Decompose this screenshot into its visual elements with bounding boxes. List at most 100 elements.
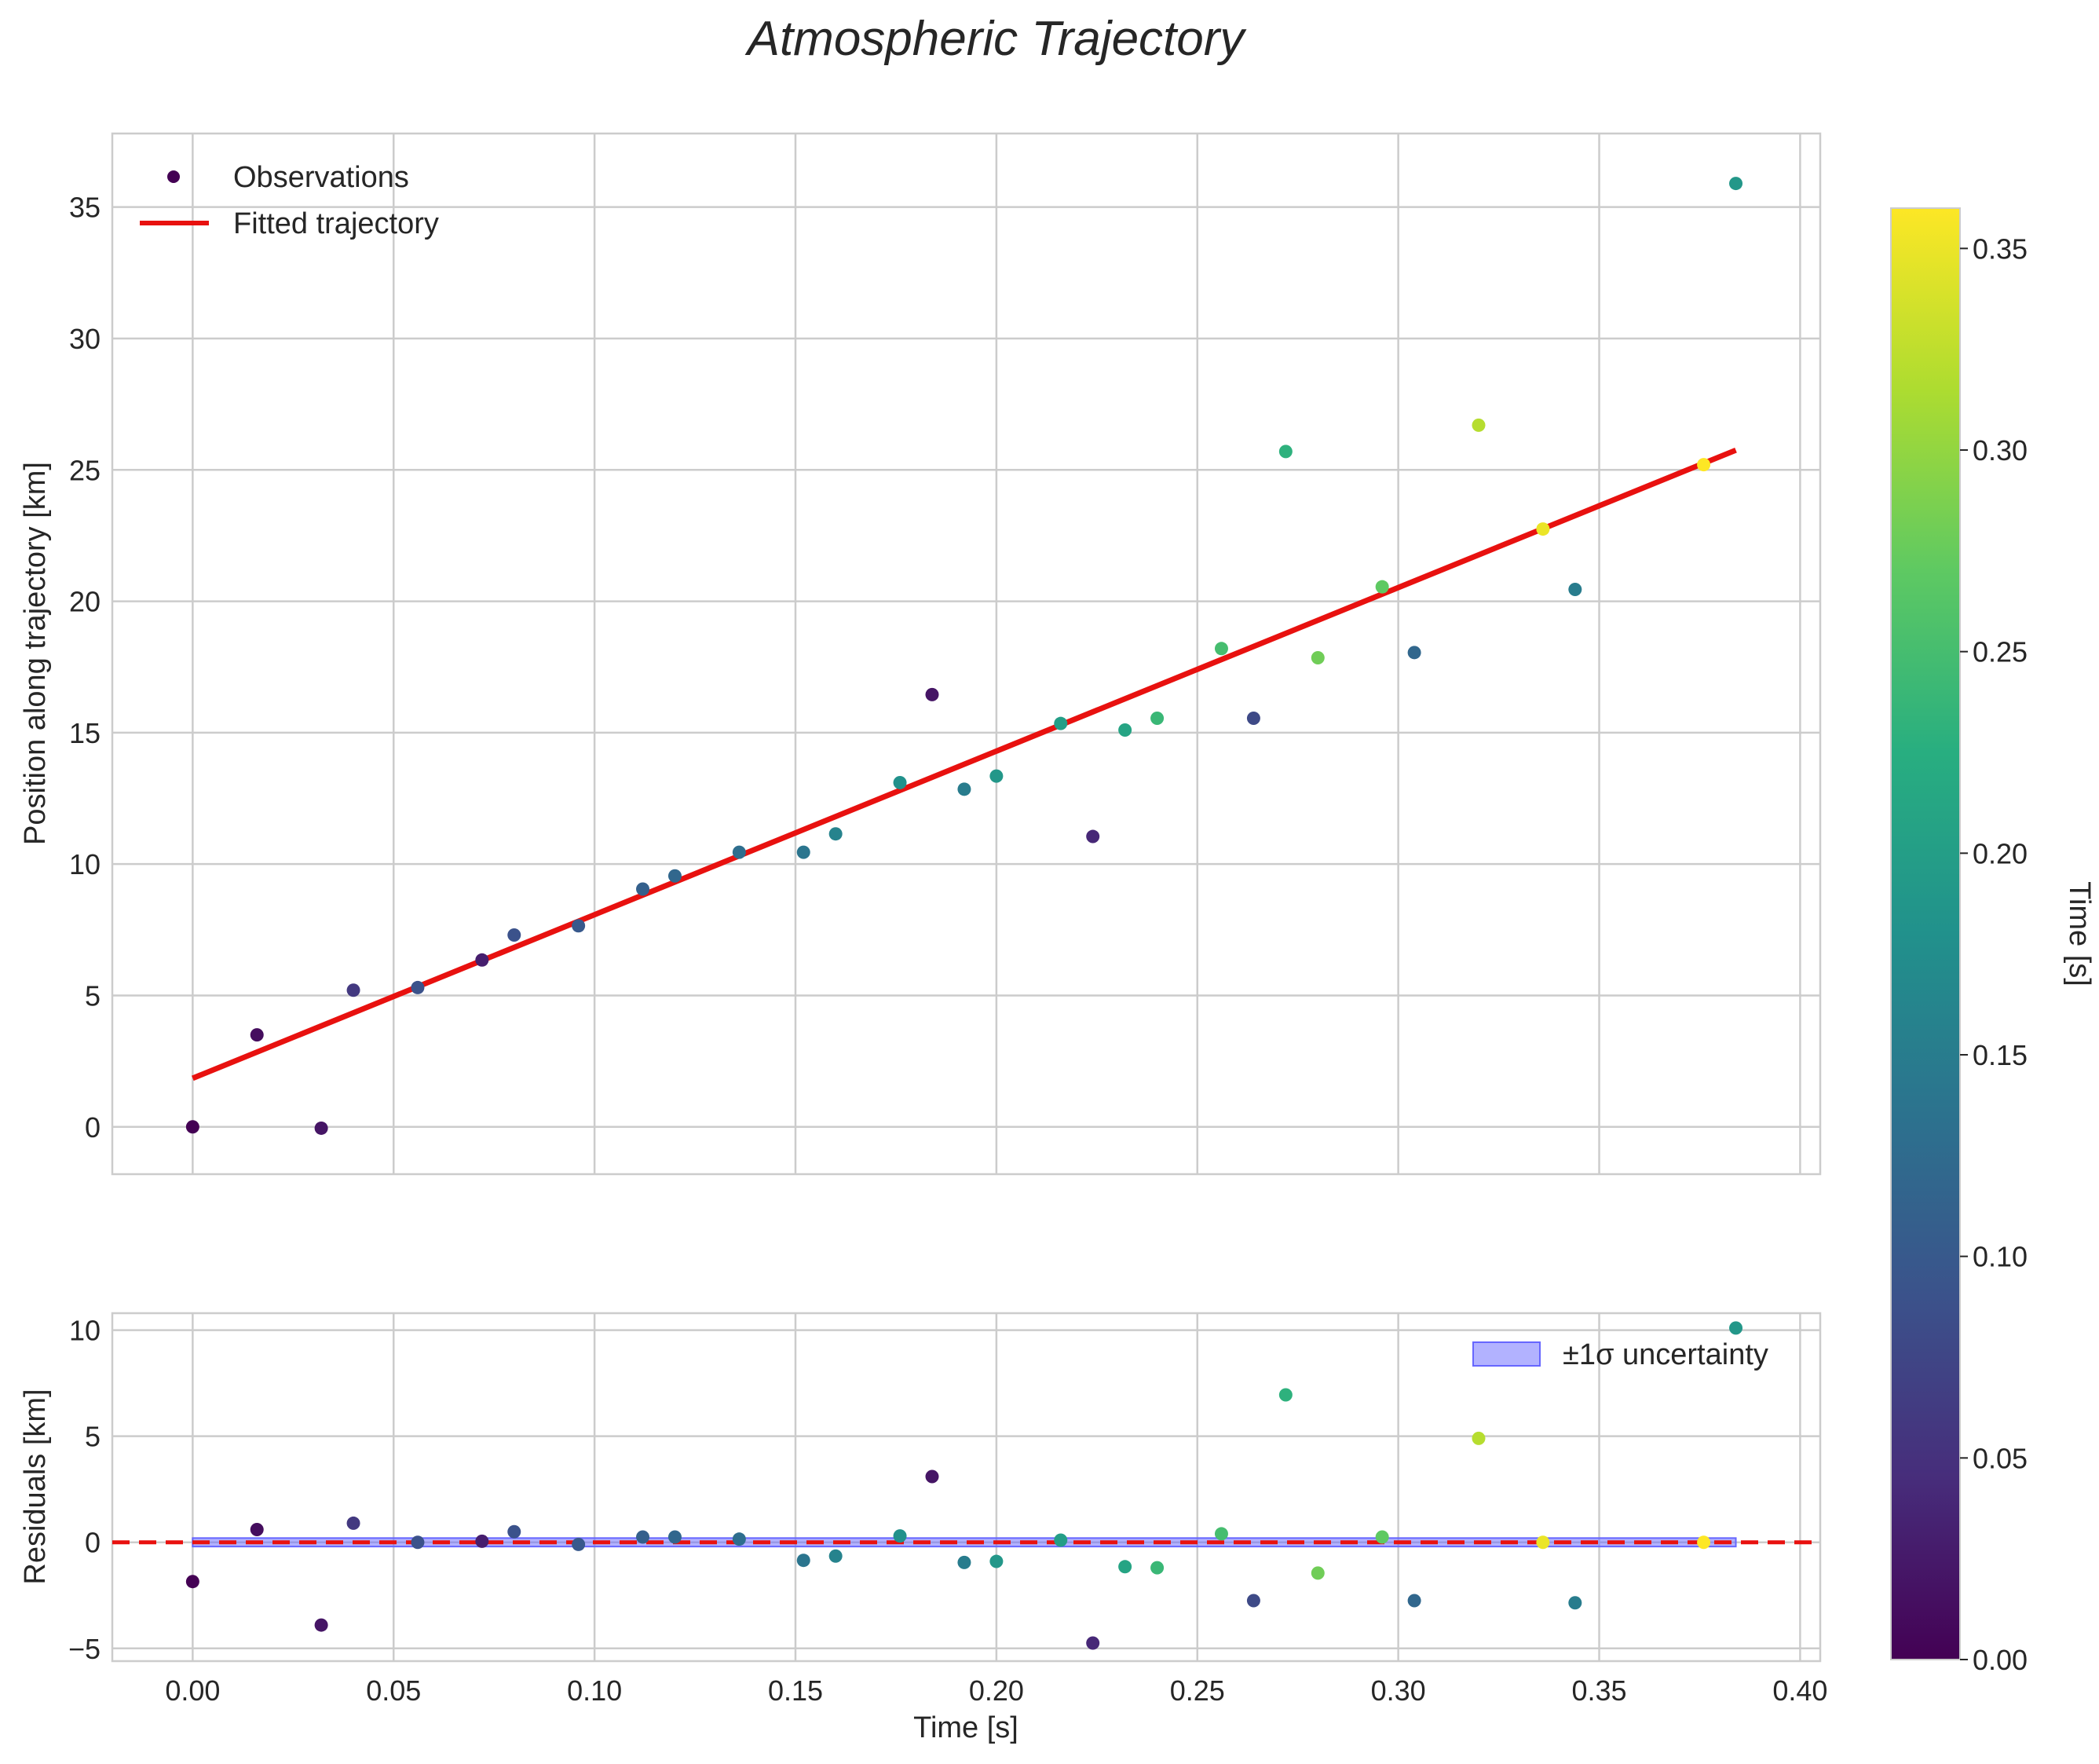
observation-point: [1246, 711, 1260, 725]
residual-point: [1729, 1321, 1743, 1335]
observation-point: [1278, 445, 1293, 459]
colorbar-tick-label: 0.20: [1973, 837, 2028, 869]
colorbar-tick-label: 0.15: [1973, 1039, 2028, 1071]
colorbar-tick-label: 0.25: [1973, 636, 2028, 668]
residual-legend: ±1σ uncertainty: [1472, 1338, 1768, 1371]
x-tick-label: 0.40: [1772, 1674, 1827, 1707]
observation-point: [475, 953, 489, 967]
residual-point: [1246, 1594, 1260, 1608]
colorbar: 0.00 0.05 0.10 0.15 0.20 0.25 0.30 0.35 Time [s…: [1890, 207, 2096, 1676]
colorbar-tick-label: 0.00: [1973, 1644, 2028, 1676]
x-tick-label: 0.10: [567, 1674, 622, 1707]
observation-point: [185, 1120, 199, 1134]
observation-point: [828, 827, 843, 841]
residual-point: [475, 1534, 489, 1548]
main-panel: 0 5 10 15 20 25 30 35 Position along trajectory…: [19, 132, 1822, 1176]
observation-point: [1407, 646, 1421, 660]
residual-point: [1214, 1527, 1228, 1541]
x-tick-label: 0.20: [969, 1674, 1024, 1707]
residual-point: [828, 1549, 843, 1563]
legend-band-swatch: [1472, 1341, 1541, 1367]
observation-point: [1729, 177, 1743, 191]
residual-point: [957, 1555, 971, 1569]
observation-point: [667, 869, 682, 883]
main-y-tick-label: 35: [69, 192, 101, 224]
main-y-tick-label: 20: [69, 586, 101, 618]
chart-figure: Atmospheric Trajectory 0 5 10 15 20 25 30 35 Po…: [19, 12, 2096, 1744]
residual-y-axis-label: Residuals [km]: [19, 1389, 52, 1584]
observation-point: [1697, 458, 1711, 472]
residual-point: [1118, 1560, 1132, 1574]
main-y-tick-label: 0: [85, 1111, 101, 1144]
main-y-axis-label: Position along trajectory [km]: [19, 462, 52, 845]
residual-y-tick-label: 10: [69, 1315, 101, 1347]
residual-panel: −50510 0.00 0.05 0.10 0.15 0.20 0.25 0.30 0.35 0…: [19, 1312, 1827, 1744]
observation-point: [1086, 829, 1100, 844]
observation-point: [346, 983, 360, 997]
main-y-tick-label: 25: [69, 454, 101, 486]
residual-point: [796, 1554, 810, 1568]
observation-point: [796, 845, 810, 859]
residual-y-tick-label: 5: [85, 1421, 101, 1453]
residual-y-tick-labels: −5 0 5 10: [68, 1315, 101, 1665]
observation-point: [1054, 716, 1068, 730]
residual-point: [185, 1575, 199, 1589]
observation-point: [1214, 642, 1228, 656]
observation-point: [1118, 723, 1132, 737]
residual-point: [667, 1530, 682, 1544]
residual-point: [1311, 1566, 1325, 1580]
residual-y-tick-label: −5: [68, 1633, 101, 1665]
observation-point: [1472, 418, 1486, 432]
main-y-tick-label: 30: [69, 323, 101, 355]
x-tick-label: 0.05: [366, 1674, 421, 1707]
residual-point: [1568, 1596, 1582, 1610]
observation-point: [314, 1121, 328, 1135]
observation-point: [636, 882, 650, 896]
residual-point: [314, 1618, 328, 1632]
colorbar-tick-labels: 0.00 0.05 0.10 0.15 0.20 0.25 0.30 0.35: [1960, 232, 2028, 1676]
observation-point: [1568, 583, 1582, 597]
x-tick-label: 0.25: [1170, 1674, 1225, 1707]
residual-point: [1054, 1533, 1068, 1547]
main-y-tick-label: 5: [85, 979, 101, 1012]
observation-point: [411, 980, 425, 994]
residual-point: [636, 1530, 650, 1544]
legend-fitted-label: Fitted trajectory: [233, 207, 439, 240]
colorbar-tick-label: 0.05: [1973, 1442, 2028, 1474]
observation-point: [893, 775, 907, 789]
residual-point: [732, 1532, 746, 1546]
residual-point: [1086, 1636, 1100, 1650]
x-tick-label: 0.30: [1371, 1674, 1426, 1707]
colorbar-label: Time [s]: [2063, 881, 2096, 986]
observation-point: [1150, 711, 1165, 725]
residual-point: [1150, 1561, 1165, 1575]
residual-point: [572, 1537, 586, 1551]
residual-point: [1536, 1535, 1550, 1550]
observation-point: [1536, 522, 1550, 536]
observation-point: [1375, 580, 1389, 594]
chart-title: Atmospheric Trajectory: [744, 12, 1248, 66]
x-tick-label: 0.15: [768, 1674, 823, 1707]
legend-observations-label: Observations: [233, 161, 409, 194]
residual-point: [507, 1524, 521, 1539]
colorbar-gradient: [1890, 207, 1961, 1660]
main-plot-area: [112, 134, 1820, 1174]
colorbar-tick-label: 0.10: [1973, 1241, 2028, 1273]
x-tick-label: 0.00: [165, 1674, 220, 1707]
observation-point: [732, 845, 746, 859]
residual-point: [411, 1535, 425, 1550]
colorbar-tick-label: 0.30: [1973, 434, 2028, 467]
x-tick-labels: 0.00 0.05 0.10 0.15 0.20 0.25 0.30 0.35 0.40: [165, 1674, 1827, 1707]
residual-point: [1407, 1594, 1421, 1608]
observation-point: [1311, 651, 1325, 665]
main-y-tick-label: 10: [69, 848, 101, 880]
residual-point: [893, 1529, 907, 1543]
observation-point: [572, 919, 586, 933]
residual-point: [1697, 1535, 1711, 1550]
legend-band-label: ±1σ uncertainty: [1563, 1338, 1768, 1371]
residual-point: [925, 1469, 939, 1484]
observation-point: [989, 769, 1004, 783]
residual-point: [250, 1523, 264, 1537]
colorbar-tick-label: 0.35: [1973, 232, 2028, 265]
observation-point: [507, 928, 521, 942]
